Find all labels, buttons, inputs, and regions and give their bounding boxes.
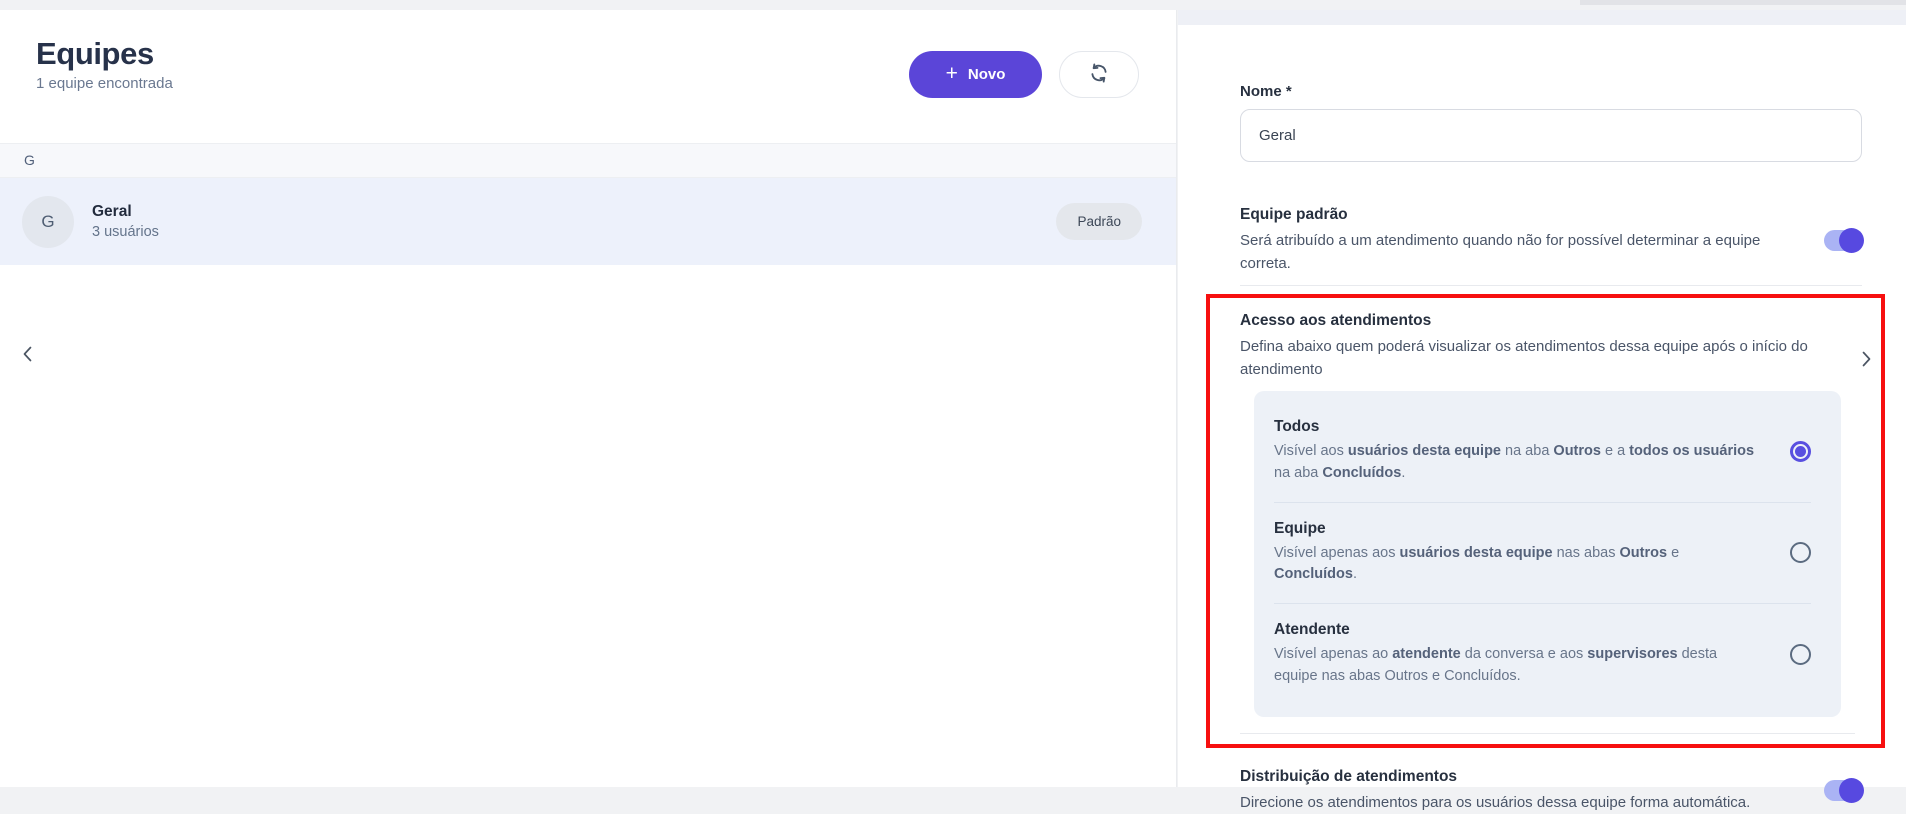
option-text: Equipe Visível apenas aos usuários desta… [1274,520,1764,587]
access-section-annotation: Acesso aos atendimentos Defina abaixo qu… [1206,294,1885,748]
team-details-panel: Nome * Equipe padrão Será atribuído a um… [1178,10,1906,787]
chevron-left-icon [22,345,33,363]
alpha-section-letter: G [24,152,35,168]
option-description: Visível aos usuários desta equipe na aba… [1274,441,1764,485]
plus-icon: + [946,63,958,84]
team-info: Geral 3 usuários [92,203,159,240]
refresh-button[interactable] [1059,51,1139,98]
default-team-row: Equipe padrão Será atribuído a um atendi… [1240,206,1862,275]
toggle-knob [1839,778,1864,803]
access-option-atendente[interactable]: Atendente Visível apenas ao atendente da… [1274,603,1811,705]
team-name: Geral [92,203,159,221]
distribution-text: Distribuição de atendimentos Direcione o… [1240,768,1750,814]
option-title: Todos [1274,418,1764,436]
radio-equipe[interactable] [1790,542,1811,563]
radio-todos[interactable] [1790,441,1811,462]
access-option-equipe[interactable]: Equipe Visível apenas aos usuários desta… [1274,502,1811,604]
refresh-icon [1088,62,1110,87]
default-team-title: Equipe padrão [1240,206,1800,224]
collapse-panel-chevron[interactable] [1856,346,1876,372]
team-avatar: G [22,196,74,248]
teams-list-panel: Equipes 1 equipe encontrada + Novo G [0,10,1177,787]
toggle-knob [1839,228,1864,253]
access-options-card: Todos Visível aos usuários desta equipe … [1254,391,1841,717]
prev-page-chevron[interactable] [16,340,38,368]
details-panel-top-strip [1178,10,1906,25]
new-team-button[interactable]: + Novo [909,51,1042,98]
divider [1240,733,1855,734]
team-users-count: 3 usuários [92,224,159,240]
option-title: Equipe [1274,520,1764,538]
team-avatar-letter: G [41,212,54,232]
distribution-description: Direcione os atendimentos para os usuári… [1240,792,1750,814]
name-input[interactable] [1240,109,1862,162]
chevron-right-icon [1861,350,1872,368]
access-title: Acesso aos atendimentos [1240,312,1855,330]
distribution-toggle[interactable] [1824,780,1862,801]
name-field-group: Nome * [1240,83,1862,162]
default-team-toggle[interactable] [1824,230,1862,251]
option-text: Atendente Visível apenas ao atendente da… [1274,621,1764,688]
distribution-row: Distribuição de atendimentos Direcione o… [1240,768,1862,814]
distribution-title: Distribuição de atendimentos [1240,768,1750,786]
header-actions: + Novo [909,51,1139,98]
option-description: Visível apenas ao atendente da conversa … [1274,644,1764,688]
alpha-section-header: G [0,143,1176,178]
teams-header: Equipes 1 equipe encontrada + Novo [0,10,1176,92]
divider [1240,285,1862,286]
team-list-item[interactable]: G Geral 3 usuários Padrão [0,178,1176,265]
name-field-label: Nome * [1240,83,1862,100]
default-team-text: Equipe padrão Será atribuído a um atendi… [1240,206,1800,275]
option-description: Visível apenas aos usuários desta equipe… [1274,543,1764,587]
default-team-description: Será atribuído a um atendimento quando n… [1240,230,1800,275]
default-badge: Padrão [1056,203,1142,240]
top-scrollbar-track [1580,0,1906,5]
access-description: Defina abaixo quem poderá visualizar os … [1240,336,1855,381]
new-team-button-label: Novo [968,66,1006,83]
option-text: Todos Visível aos usuários desta equipe … [1274,418,1764,485]
radio-atendente[interactable] [1790,644,1811,665]
option-title: Atendente [1274,621,1764,639]
access-section-header: Acesso aos atendimentos Defina abaixo qu… [1240,312,1855,381]
access-option-todos[interactable]: Todos Visível aos usuários desta equipe … [1274,401,1811,502]
